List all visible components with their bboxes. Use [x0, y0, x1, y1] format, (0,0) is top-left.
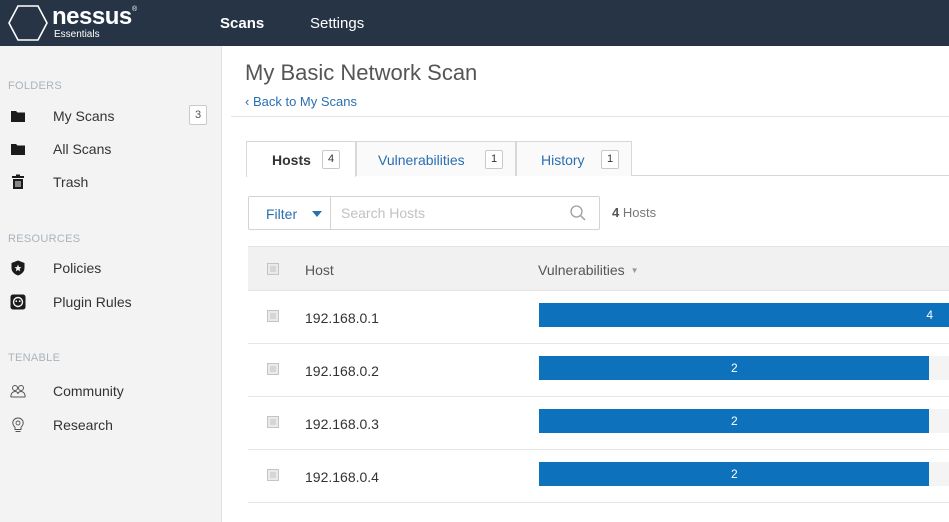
vulnerability-bar[interactable]: 4 — [539, 303, 949, 327]
column-header-vulnerabilities[interactable]: Vulnerabilities ▼ — [538, 262, 639, 278]
host-ip: 192.168.0.1 — [305, 310, 379, 326]
row-checkbox[interactable] — [267, 363, 279, 375]
nessus-logo[interactable]: nessus ® Essentials — [8, 4, 148, 42]
vulnerability-bar-remainder — [929, 409, 949, 433]
hosts-count-number: 4 — [612, 205, 620, 220]
tenable-section-title: TENABLE — [8, 352, 61, 364]
tab-history-label: History — [541, 152, 585, 168]
sidebar-item-community[interactable]: Community — [0, 379, 222, 405]
sidebar-item-label: Policies — [53, 260, 102, 276]
tab-hosts-count-badge: 4 — [322, 150, 340, 169]
sort-caret-icon: ▼ — [630, 266, 639, 275]
sidebar-item-label: Trash — [53, 174, 89, 190]
trash-icon — [12, 174, 24, 189]
column-header-vulnerabilities-label: Vulnerabilities — [538, 262, 625, 278]
vulnerability-count: 2 — [731, 361, 738, 375]
hosts-count-word: Hosts — [622, 205, 657, 220]
host-ip: 192.168.0.4 — [305, 469, 379, 485]
sidebar-item-label: Plugin Rules — [53, 294, 132, 310]
table-row[interactable]: 192.168.0.4 2 — [248, 450, 949, 503]
sidebar-item-my-scans[interactable]: My Scans 3 — [0, 104, 222, 130]
folder-icon — [11, 111, 25, 122]
filter-button[interactable]: Filter — [249, 197, 331, 229]
column-header-host[interactable]: Host — [305, 262, 334, 278]
tab-history[interactable]: History 1 — [516, 141, 632, 176]
vulnerability-count: 4 — [926, 308, 933, 322]
tab-vulnerabilities[interactable]: Vulnerabilities 1 — [356, 141, 516, 176]
sidebar-item-policies[interactable]: Policies — [0, 256, 222, 282]
filter-dropdown-caret-icon — [312, 211, 322, 217]
sidebar-item-research[interactable]: Research — [0, 413, 222, 439]
logo-trademark: ® — [132, 6, 138, 13]
table-row[interactable]: 192.168.0.1 4 — [248, 291, 949, 344]
sidebar-item-label: My Scans — [53, 108, 115, 124]
row-checkbox[interactable] — [267, 469, 279, 481]
vulnerability-bar[interactable]: 2 — [539, 409, 929, 433]
logo-subtext: Essentials — [54, 29, 100, 40]
tab-hosts-label: Hosts — [272, 152, 311, 168]
vulnerability-bar[interactable]: 2 — [539, 356, 929, 380]
host-ip: 192.168.0.3 — [305, 416, 379, 432]
tab-vulnerabilities-count-badge: 1 — [485, 150, 503, 169]
top-navigation-bar: nessus ® Essentials Scans Settings — [0, 0, 949, 46]
folders-section-title: FOLDERS — [8, 80, 63, 92]
sidebar-item-all-scans[interactable]: All Scans — [0, 137, 222, 163]
plugin-rules-icon — [10, 294, 26, 310]
table-row[interactable]: 192.168.0.3 2 — [248, 397, 949, 450]
host-ip: 192.168.0.2 — [305, 363, 379, 379]
vulnerability-count: 2 — [731, 414, 738, 428]
folder-icon — [11, 144, 25, 155]
row-checkbox[interactable] — [267, 310, 279, 322]
sidebar-item-plugin-rules[interactable]: Plugin Rules — [0, 290, 222, 316]
nav-settings-link[interactable]: Settings — [310, 15, 364, 32]
page-title: My Basic Network Scan — [245, 60, 478, 85]
vulnerability-bar-remainder — [929, 462, 949, 486]
search-hosts-input[interactable] — [341, 201, 561, 225]
my-scans-count-badge: 3 — [189, 105, 207, 125]
logo-text: nessus — [52, 3, 132, 30]
search-icon[interactable] — [569, 204, 587, 222]
filter-button-label: Filter — [266, 206, 298, 222]
sidebar-item-label: All Scans — [53, 141, 112, 157]
sidebar-item-label: Community — [53, 383, 124, 399]
sidebar-item-trash[interactable]: Trash — [0, 170, 222, 196]
table-header: Host Vulnerabilities ▼ — [248, 246, 949, 291]
tab-hosts[interactable]: Hosts 4 — [246, 141, 356, 177]
back-to-my-scans-link[interactable]: ‹ Back to My Scans — [245, 94, 357, 109]
community-icon — [10, 385, 26, 398]
logo-hexagon-icon — [8, 5, 48, 41]
host-filter-bar: Filter — [248, 196, 600, 230]
sidebar: FOLDERS My Scans 3 All Scans Trash RESOU… — [0, 46, 222, 522]
hosts-count: 4 Hosts — [612, 205, 656, 220]
tab-history-count-badge: 1 — [601, 150, 619, 169]
vulnerability-bar-remainder — [929, 356, 949, 380]
vulnerability-count: 2 — [731, 467, 738, 481]
resources-section-title: RESOURCES — [8, 233, 81, 245]
header-divider — [231, 116, 949, 117]
research-bulb-icon — [12, 417, 24, 432]
table-row[interactable]: 192.168.0.2 2 — [248, 344, 949, 397]
policy-shield-icon — [11, 260, 25, 276]
nav-scans-link[interactable]: Scans — [220, 15, 264, 32]
row-checkbox[interactable] — [267, 416, 279, 428]
vulnerability-bar[interactable]: 2 — [539, 462, 929, 486]
tab-vulnerabilities-label: Vulnerabilities — [378, 152, 465, 168]
sidebar-item-label: Research — [53, 417, 113, 433]
select-all-checkbox[interactable] — [267, 263, 279, 275]
